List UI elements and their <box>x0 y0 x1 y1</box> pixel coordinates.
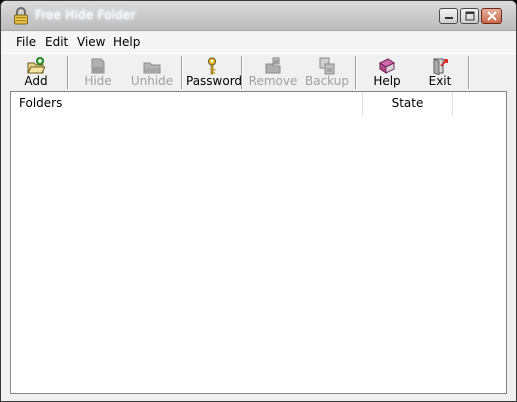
menu-bar: File Edit View Help <box>1 32 516 53</box>
add-label: Add <box>24 74 48 88</box>
exit-icon <box>433 58 448 75</box>
add-button[interactable]: Add <box>13 54 59 92</box>
toolbar-separator <box>468 56 470 89</box>
password-button[interactable]: Password <box>186 54 243 92</box>
menu-edit[interactable]: Edit <box>44 35 69 49</box>
backup-label: Backup <box>305 74 349 88</box>
backup-button[interactable]: Backup <box>304 54 350 92</box>
menu-view[interactable]: View <box>76 35 106 49</box>
toolbar-separator <box>67 56 69 89</box>
maximize-button[interactable] <box>460 8 479 24</box>
maximize-icon <box>465 11 475 21</box>
add-folder-icon <box>27 57 45 74</box>
help-label: Help <box>373 74 401 88</box>
column-header-state[interactable]: State <box>363 92 453 116</box>
toolbar-separator <box>241 56 243 89</box>
close-button[interactable] <box>481 8 502 24</box>
minimize-icon <box>445 17 453 19</box>
help-book-icon <box>379 58 395 74</box>
unhide-button[interactable]: Unhide <box>127 54 177 92</box>
toolbar-separator <box>181 56 183 89</box>
password-label: Password <box>186 74 243 88</box>
hide-button[interactable]: Hide <box>76 54 120 92</box>
padlock-icon <box>14 7 28 25</box>
menu-file[interactable]: File <box>15 35 37 49</box>
menu-help[interactable]: Help <box>112 35 141 49</box>
title-bar[interactable]: Free Hide Folder <box>1 1 516 31</box>
hide-folder-icon <box>91 58 105 74</box>
minimize-button[interactable] <box>439 8 458 24</box>
key-icon <box>208 57 216 75</box>
remove-label: Remove <box>248 74 298 88</box>
exit-button[interactable]: Exit <box>423 54 457 92</box>
remove-button[interactable]: Remove <box>248 54 298 92</box>
list-header: Folders State <box>11 92 506 116</box>
column-header-folders[interactable]: Folders <box>11 92 363 116</box>
window-title: Free Hide Folder <box>35 8 136 22</box>
unhide-label: Unhide <box>130 74 174 88</box>
close-icon <box>487 11 497 21</box>
unhide-folder-icon <box>143 62 161 74</box>
toolbar: Add Hide Unhide Password Remove Backup H… <box>1 53 516 91</box>
folder-list[interactable]: Folders State <box>10 91 507 394</box>
remove-icon <box>265 57 281 74</box>
app-window: Free Hide Folder File Edit View Help Add… <box>0 0 517 402</box>
hide-label: Hide <box>84 74 112 88</box>
help-button[interactable]: Help <box>367 54 407 92</box>
exit-label: Exit <box>428 74 452 88</box>
backup-icon <box>319 57 335 75</box>
toolbar-separator <box>355 56 357 89</box>
